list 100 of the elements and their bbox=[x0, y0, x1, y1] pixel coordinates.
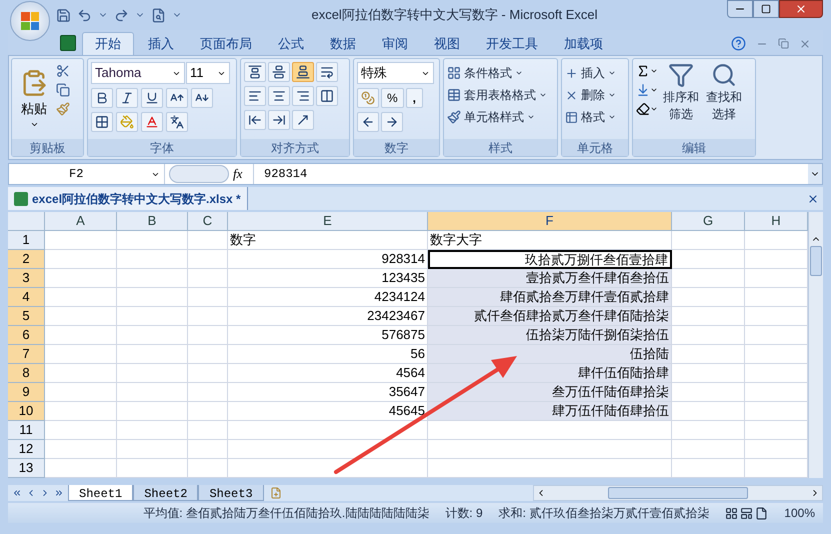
italic-button[interactable] bbox=[116, 88, 138, 108]
phonetic-button[interactable] bbox=[166, 112, 188, 132]
last-sheet-icon[interactable] bbox=[54, 488, 64, 498]
sum-icon[interactable] bbox=[636, 64, 650, 78]
name-box[interactable]: F2 bbox=[9, 164, 165, 184]
styles-menu-button[interactable]: 套用表格格式 bbox=[447, 86, 547, 104]
help-icon[interactable] bbox=[731, 36, 746, 51]
save-icon[interactable] bbox=[56, 8, 71, 22]
font-size-field[interactable]: 11 bbox=[186, 62, 230, 84]
font-color-button[interactable] bbox=[141, 112, 163, 132]
column-header[interactable]: F bbox=[428, 212, 672, 231]
page-break-icon[interactable] bbox=[755, 506, 768, 520]
underline-button[interactable] bbox=[141, 88, 163, 108]
insert-function-label[interactable]: fx bbox=[233, 164, 253, 184]
number-format-field[interactable]: 特殊 bbox=[357, 62, 434, 84]
formula-bar-divider-handle[interactable] bbox=[169, 165, 229, 183]
close-button[interactable] bbox=[779, 0, 823, 18]
align-center-button[interactable] bbox=[268, 86, 290, 106]
row-header[interactable]: 7 bbox=[8, 345, 45, 364]
styles-menu-button[interactable]: 条件格式 bbox=[447, 64, 547, 82]
sheet-tab[interactable]: Sheet1 bbox=[68, 485, 134, 501]
scroll-thumb[interactable] bbox=[810, 246, 822, 276]
row-header[interactable]: 8 bbox=[8, 364, 45, 383]
ribbon-tab[interactable]: 开始 bbox=[82, 32, 134, 55]
wrap-text-button[interactable] bbox=[316, 62, 338, 82]
eraser-icon[interactable] bbox=[636, 102, 650, 116]
row-header[interactable]: 11 bbox=[8, 421, 45, 440]
redo-icon[interactable] bbox=[114, 8, 129, 22]
row-header[interactable]: 12 bbox=[8, 440, 45, 459]
row-header[interactable]: 10 bbox=[8, 402, 45, 421]
print-preview-icon[interactable] bbox=[151, 8, 166, 22]
cells-menu-button[interactable]: 插入 bbox=[565, 64, 616, 82]
align-right-button[interactable] bbox=[292, 86, 314, 106]
bold-button[interactable] bbox=[91, 88, 113, 108]
vertical-scrollbar[interactable] bbox=[808, 212, 823, 478]
page-layout-icon[interactable] bbox=[740, 506, 754, 520]
increase-decimal-button[interactable] bbox=[357, 112, 379, 132]
row-header[interactable]: 3 bbox=[8, 269, 45, 288]
copy-icon[interactable] bbox=[56, 83, 70, 97]
row-header[interactable]: 1 bbox=[8, 231, 45, 250]
row-header[interactable]: 13 bbox=[8, 459, 45, 478]
increase-indent-button[interactable] bbox=[268, 110, 290, 130]
zoom-level[interactable]: 100% bbox=[784, 504, 815, 522]
merge-button[interactable] bbox=[316, 86, 338, 106]
ribbon-tab[interactable]: 开发工具 bbox=[474, 32, 550, 55]
restore-icon[interactable] bbox=[778, 38, 789, 49]
scroll-thumb[interactable] bbox=[608, 487, 748, 499]
sheet-tab[interactable]: Sheet2 bbox=[133, 485, 198, 501]
cells-menu-button[interactable]: 格式 bbox=[565, 108, 616, 126]
first-sheet-icon[interactable] bbox=[12, 488, 22, 498]
fill-icon[interactable] bbox=[636, 83, 650, 97]
orientation-button[interactable] bbox=[292, 110, 314, 130]
ribbon-tab[interactable]: 页面布局 bbox=[188, 32, 264, 55]
vertical-align-button[interactable] bbox=[292, 62, 314, 82]
align-left-button[interactable] bbox=[244, 86, 266, 106]
close-icon[interactable] bbox=[807, 192, 819, 204]
normal-view-icon[interactable] bbox=[725, 506, 738, 520]
decrease-indent-button[interactable] bbox=[244, 110, 266, 130]
grow-font-button[interactable] bbox=[166, 88, 188, 108]
row-header[interactable]: 2 bbox=[8, 250, 45, 269]
format-painter-icon[interactable] bbox=[56, 102, 70, 116]
paste-button[interactable]: 粘贴 bbox=[15, 62, 53, 136]
sheet-tab[interactable]: Sheet3 bbox=[198, 485, 264, 501]
ribbon-tab[interactable]: 插入 bbox=[136, 32, 186, 55]
row-header[interactable]: 5 bbox=[8, 307, 45, 326]
row-header[interactable]: 9 bbox=[8, 383, 45, 402]
table-cell bbox=[117, 288, 188, 307]
editing-button[interactable]: 查找和选择 bbox=[704, 62, 744, 136]
office-button[interactable] bbox=[10, 1, 50, 41]
styles-menu-button[interactable]: 单元格样式 bbox=[447, 108, 547, 126]
row-header[interactable]: 6 bbox=[8, 326, 45, 345]
shrink-font-button[interactable] bbox=[191, 88, 213, 108]
maximize-button[interactable] bbox=[753, 0, 779, 18]
comma-button[interactable]: , bbox=[406, 88, 424, 108]
column-header[interactable]: E bbox=[228, 212, 428, 231]
column-header[interactable]: C bbox=[188, 212, 228, 231]
cells-menu-button[interactable]: 删除 bbox=[565, 86, 616, 104]
ribbon-tab[interactable]: 视图 bbox=[422, 32, 472, 55]
fill-color-button[interactable] bbox=[116, 112, 138, 132]
vertical-align-button[interactable] bbox=[268, 62, 290, 82]
undo-icon[interactable] bbox=[77, 8, 92, 22]
row-header[interactable]: 4 bbox=[8, 288, 45, 307]
document-tab[interactable]: excel阿拉伯数字转中文大写数字.xlsx * bbox=[8, 187, 248, 210]
horizontal-scrollbar[interactable] bbox=[533, 485, 823, 501]
ribbon-tab[interactable]: 数据 bbox=[318, 32, 368, 55]
percent-button[interactable]: % bbox=[381, 88, 404, 108]
column-header[interactable]: B bbox=[117, 212, 188, 231]
borders-button[interactable] bbox=[91, 112, 113, 132]
column-header[interactable]: H bbox=[745, 212, 808, 231]
ribbon-tab[interactable]: 加载项 bbox=[552, 32, 615, 55]
editing-button[interactable]: 排序和筛选 bbox=[661, 62, 701, 136]
font-name-field[interactable]: Tahoma bbox=[91, 62, 185, 84]
ribbon-tab[interactable]: 审阅 bbox=[370, 32, 420, 55]
cut-icon[interactable] bbox=[56, 64, 70, 78]
decrease-decimal-button[interactable] bbox=[381, 112, 403, 132]
column-header[interactable]: A bbox=[45, 212, 117, 231]
ribbon-tab[interactable]: 公式 bbox=[266, 32, 316, 55]
column-header[interactable]: G bbox=[672, 212, 745, 231]
vertical-align-button[interactable] bbox=[244, 62, 266, 82]
align-right-icon bbox=[296, 89, 310, 103]
